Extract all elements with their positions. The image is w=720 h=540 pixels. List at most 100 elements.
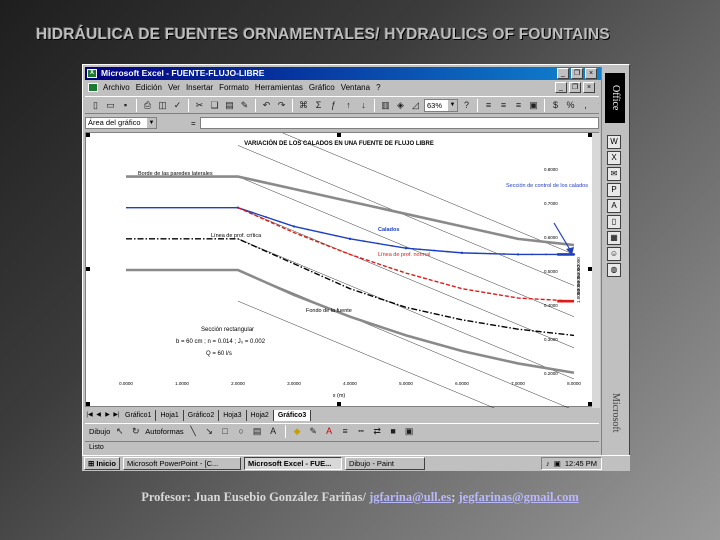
chart-wizard-icon[interactable]: ▥ [379,99,392,112]
first-sheet-icon[interactable]: |◀ [85,410,94,420]
network-icon[interactable]: ▣ [554,458,561,469]
align-center-icon[interactable]: ≡ [497,99,510,112]
line-color-icon[interactable]: ✎ [307,425,320,438]
line-icon[interactable]: ╲ [187,425,200,438]
rotate-icon[interactable]: ↻ [129,425,142,438]
menu-edicion[interactable]: Edición [136,81,162,94]
task-paint[interactable]: Dibujo - Paint [344,457,425,470]
outlook-icon[interactable]: ✉ [607,167,621,181]
doc-close-button[interactable]: × [583,82,595,93]
name-box[interactable]: Área del gráfico ▼ [85,117,157,129]
task-excel[interactable]: Microsoft Excel - FUE... [243,457,342,470]
hyperlink-icon[interactable]: ⌘ [297,99,310,112]
next-sheet-icon[interactable]: ▶ [103,410,112,420]
doc-minimize-button[interactable]: _ [555,82,567,93]
oval-icon[interactable]: ○ [235,425,248,438]
annotation-normal: Línea de prof. normal [378,252,430,258]
select-arrow-icon[interactable]: ↖ [113,425,126,438]
paste-icon[interactable]: ▤ [223,99,236,112]
email-link-1[interactable]: jgfarina@ull.es [369,490,451,504]
shadow-icon[interactable]: ■ [387,425,400,438]
function-icon[interactable]: ƒ [327,99,340,112]
speaker-icon[interactable]: ♪ [546,458,550,469]
format-painter-icon[interactable]: ✎ [238,99,251,112]
menu-ver[interactable]: Ver [168,81,180,94]
sort-desc-icon[interactable]: ↓ [357,99,370,112]
align-right-icon[interactable]: ≡ [512,99,525,112]
word-icon[interactable]: W [607,135,621,149]
tab-grafico3[interactable]: Gráfico3 [273,409,312,421]
map-icon[interactable]: ◈ [394,99,407,112]
workbook-icon[interactable] [88,83,98,92]
thousands-icon[interactable]: , [579,99,592,112]
last-sheet-icon[interactable]: ▶| [112,410,121,420]
formula-input[interactable] [199,117,599,129]
access-icon[interactable]: A [607,199,621,213]
tab-hoja2[interactable]: Hoja2 [247,409,274,421]
currency-icon[interactable]: $ [549,99,562,112]
document-icon[interactable]: ▯ [607,215,621,229]
fill-color-icon[interactable]: ◆ [291,425,304,438]
contacts-icon[interactable]: ☺ [607,247,621,261]
sort-asc-icon[interactable]: ↑ [342,99,355,112]
align-left-icon[interactable]: ≡ [482,99,495,112]
vertical-scrollbar[interactable] [592,133,600,408]
menu-archivo[interactable]: Archivo [103,81,130,94]
percent-icon[interactable]: % [564,99,577,112]
menu-help[interactable]: ? [376,81,380,94]
textbox-icon[interactable]: ▤ [251,425,264,438]
font-color-icon[interactable]: A [323,425,336,438]
copy-icon[interactable]: ❏ [208,99,221,112]
task-powerpoint[interactable]: Microsoft PowerPoint - [C... [122,457,241,470]
menu-grafico[interactable]: Gráfico [309,81,335,94]
menu-herramientas[interactable]: Herramientas [255,81,303,94]
preview-icon[interactable]: ◫ [156,99,169,112]
drawing-icon[interactable]: ◿ [409,99,422,112]
help-icon[interactable]: ? [460,99,473,112]
draw-menu[interactable]: Dibujo [89,427,110,436]
arrow-style-icon[interactable]: ⇄ [371,425,384,438]
calendar-icon[interactable]: ▦ [607,231,621,245]
spell-icon[interactable]: ✓ [171,99,184,112]
menu-insertar[interactable]: Insertar [186,81,213,94]
arrow-icon[interactable]: ↘ [203,425,216,438]
close-button[interactable]: × [585,68,597,79]
prev-sheet-icon[interactable]: ◀ [94,410,103,420]
series-point [265,216,267,218]
doc-restore-button[interactable]: ❐ [569,82,581,93]
3d-icon[interactable]: ▣ [403,425,416,438]
tab-hoja1[interactable]: Hoja1 [156,409,184,421]
excel-app-icon[interactable]: X [607,151,621,165]
restore-button[interactable]: ❐ [571,68,583,79]
open-icon[interactable]: ▭ [104,99,117,112]
wordart-icon[interactable]: A [267,425,280,438]
inc-decimal-icon[interactable]: ⁺ [594,99,599,112]
toolbar-separator [284,425,286,438]
email-link-2[interactable]: jegfarinas@gmail.com [459,490,579,504]
cut-icon[interactable]: ✂ [193,99,206,112]
slide-title: HIDRÁULICA DE FUENTES ORNAMENTALES/ HYDR… [36,26,610,43]
autosum-icon[interactable]: Σ [312,99,325,112]
tab-grafico2[interactable]: Gráfico2 [184,409,220,421]
chart-sheet[interactable]: VARIACIÓN DE LOS CALADOS EN UNA FUENTE D… [85,132,600,408]
autoshapes-menu[interactable]: Autoformas [145,427,183,436]
zoom-select[interactable]: 63% ▼ [424,98,458,112]
redo-icon[interactable]: ↷ [275,99,288,112]
minimize-button[interactable]: _ [557,68,569,79]
print-icon[interactable]: ⎙ [141,99,154,112]
tab-grafico1[interactable]: Gráfico1 [121,409,157,421]
menu-ventana[interactable]: Ventana [341,81,370,94]
merge-icon[interactable]: ▣ [527,99,540,112]
chart-svg[interactable]: VARIACIÓN DE LOS CALADOS EN UNA FUENTE D… [86,133,592,408]
powerpoint-icon[interactable]: P [607,183,621,197]
undo-icon[interactable]: ↶ [260,99,273,112]
rectangle-icon[interactable]: □ [219,425,232,438]
tab-hoja3[interactable]: Hoja3 [219,409,247,421]
save-icon[interactable]: ▪ [119,99,132,112]
dash-style-icon[interactable]: ┅ [355,425,368,438]
start-button[interactable]: ⊞ Inicio [84,457,120,470]
web-icon[interactable]: ◍ [607,263,621,277]
menu-formato[interactable]: Formato [219,81,249,94]
line-style-icon[interactable]: ≡ [339,425,352,438]
new-icon[interactable]: ▯ [89,99,102,112]
